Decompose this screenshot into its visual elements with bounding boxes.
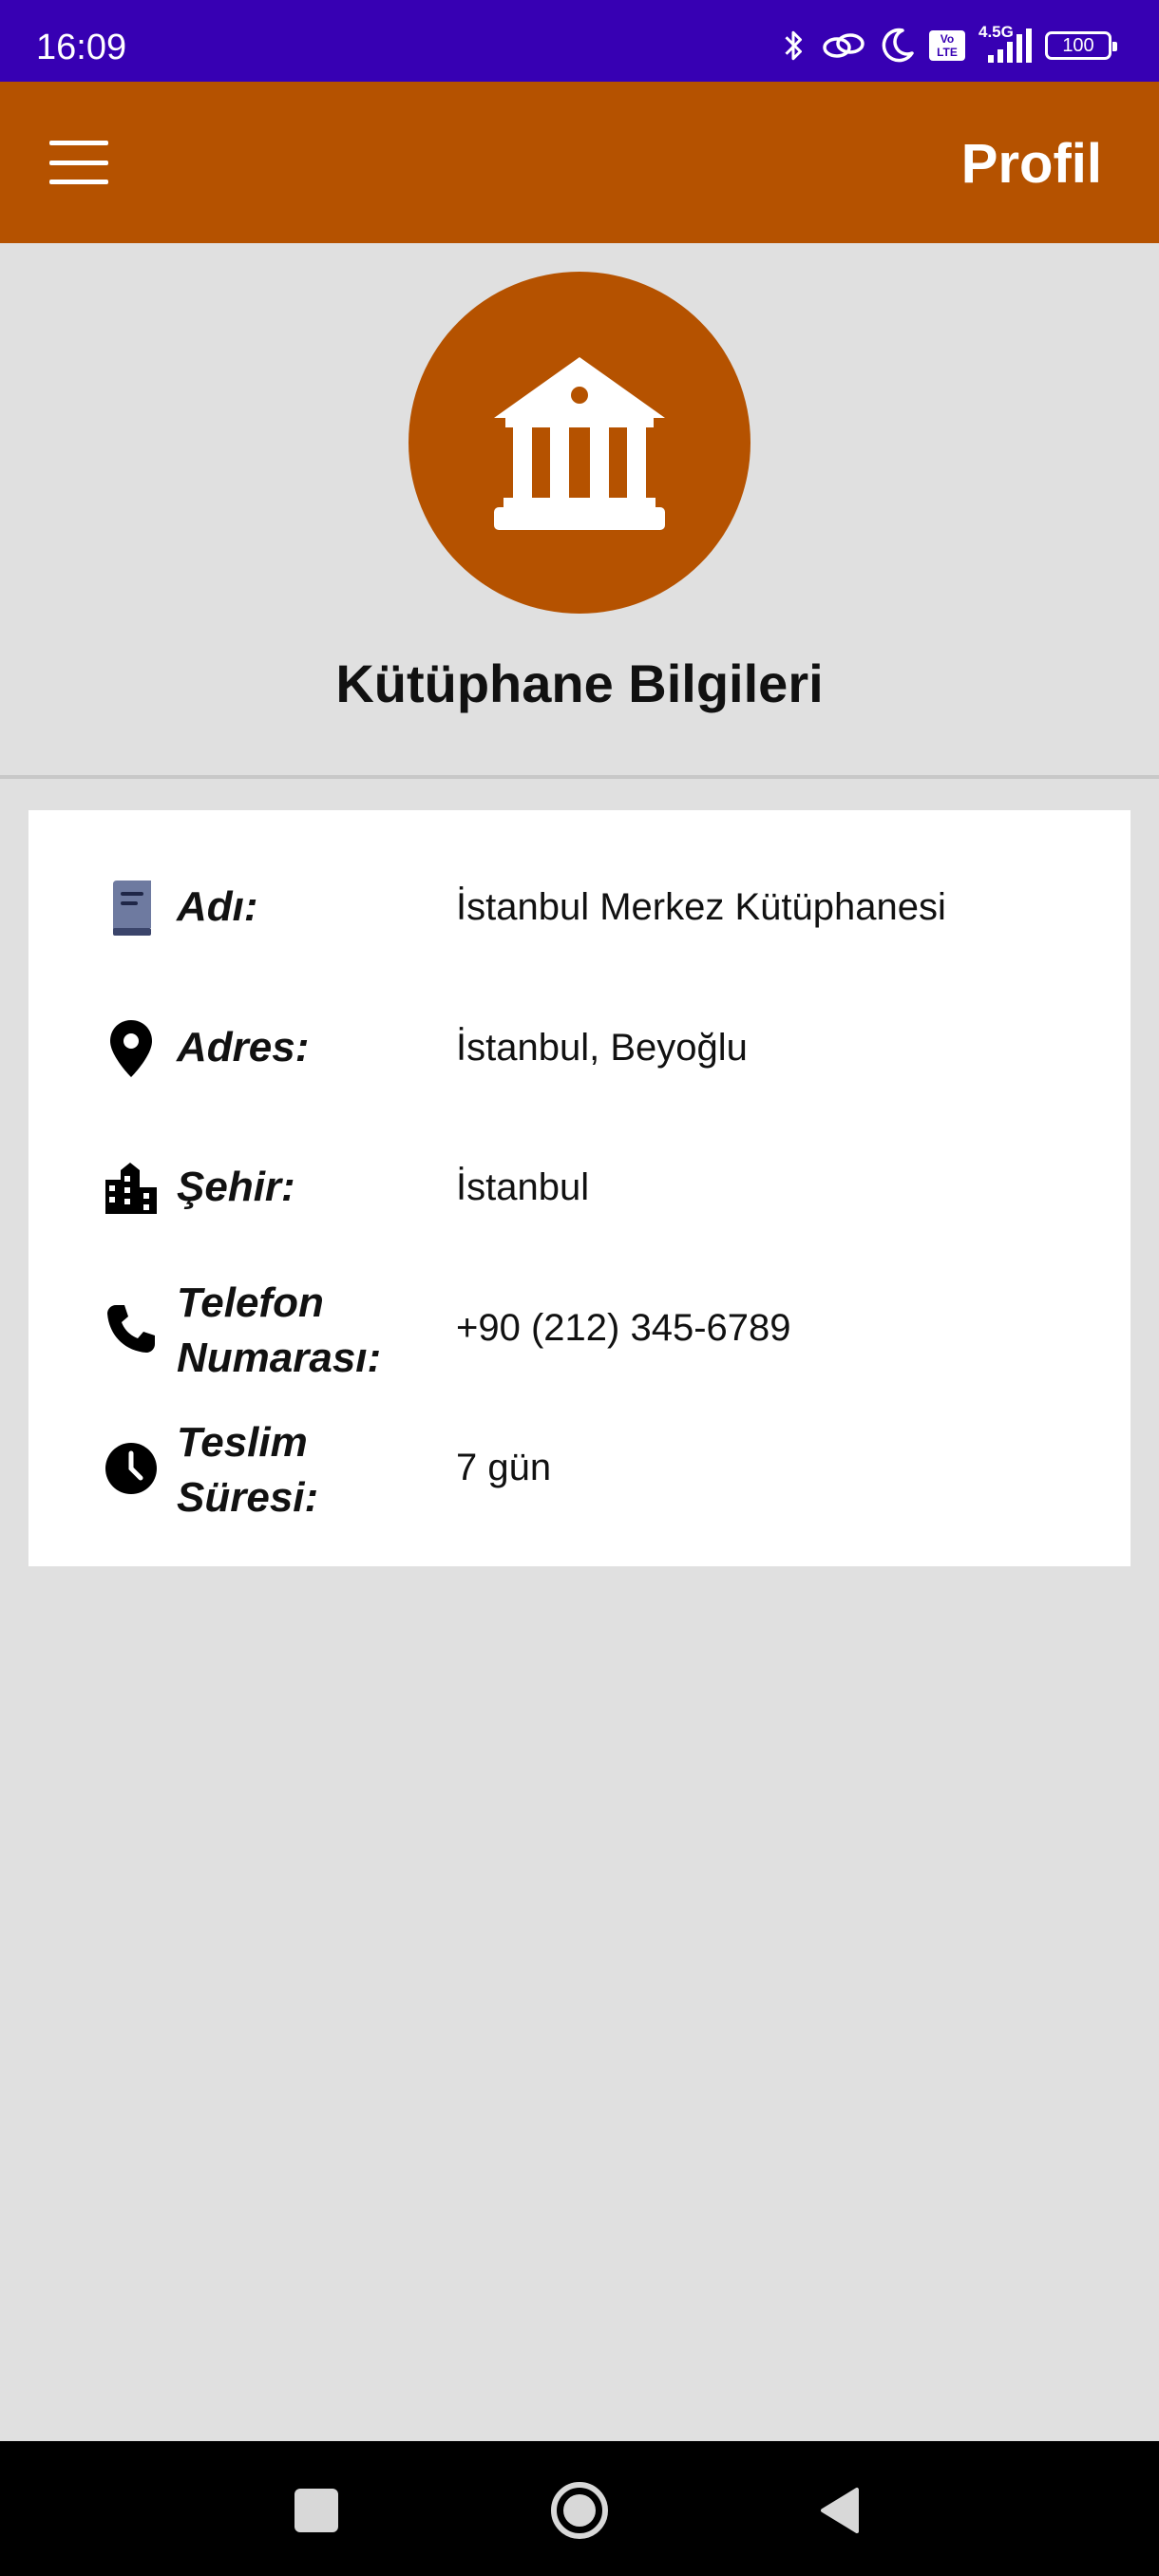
info-label-address: Adres: — [177, 1024, 310, 1070]
library-avatar — [408, 272, 750, 614]
battery-level: 100 — [1062, 34, 1094, 56]
book-icon — [103, 880, 160, 937]
home-circle-icon[interactable] — [551, 2482, 608, 2539]
menu-hamburger-icon[interactable] — [49, 141, 108, 184]
recent-apps-square-icon[interactable] — [294, 2489, 338, 2532]
screen: 16:09 Vo LTE 4.5G 100 Profil Kütüphane B… — [0, 0, 1159, 2576]
section-title: Kütüphane Bilgileri — [335, 653, 824, 713]
info-row-city: Şehir: İstanbul — [28, 1120, 1130, 1260]
info-label-city: Şehir: — [177, 1164, 295, 1210]
do-not-disturb-moon-icon — [882, 28, 914, 63]
info-label-phone-line2: Numarası: — [177, 1335, 382, 1381]
signal-group: 4.5G — [978, 23, 1032, 65]
app-bar-title: Profil — [960, 133, 1102, 195]
info-row-name: Adı: İstanbul Merkez Kütüphanesi — [28, 840, 1130, 980]
app-bar: Profil — [0, 82, 1159, 243]
city-building-icon — [103, 1160, 160, 1217]
battery-icon: 100 — [1045, 31, 1117, 60]
bluetooth-icon — [785, 30, 802, 61]
info-label-phone: Telefon Numarası: — [177, 1276, 462, 1386]
clock-icon — [103, 1440, 160, 1497]
info-label-loan-period-line1: Teslim — [177, 1419, 308, 1466]
info-label-phone-line1: Telefon — [177, 1279, 324, 1326]
library-info-card: Adı: İstanbul Merkez Kütüphanesi Adres: … — [28, 810, 1130, 1566]
location-pin-icon — [103, 1020, 160, 1077]
volte-icon: Vo LTE — [929, 30, 965, 61]
info-label-loan-period-line2: Süresi: — [177, 1474, 319, 1521]
info-row-loan-period: Teslim Süresi: 7 gün — [28, 1400, 1130, 1541]
divider — [0, 775, 1159, 779]
info-value-city: İstanbul — [456, 1166, 590, 1208]
info-value-loan-period: 7 gün — [456, 1447, 552, 1488]
info-label-loan-period: Teslim Süresi: — [177, 1415, 462, 1525]
system-nav-bar — [0, 2441, 1159, 2576]
link-icon — [823, 33, 864, 58]
info-row-phone: Telefon Numarası: +90 (212) 345-6789 — [28, 1260, 1130, 1401]
info-value-address: İstanbul, Beyoğlu — [456, 1027, 748, 1069]
status-time: 16:09 — [36, 28, 127, 67]
phone-icon — [103, 1300, 160, 1357]
info-label-name: Adı: — [177, 883, 258, 930]
status-icons: Vo LTE 4.5G 100 — [779, 23, 1117, 66]
back-triangle-icon[interactable] — [819, 2487, 861, 2534]
library-building-icon — [494, 357, 665, 530]
info-row-address: Adres: İstanbul, Beyoğlu — [28, 980, 1130, 1121]
info-value-name: İstanbul Merkez Kütüphanesi — [456, 886, 946, 928]
status-bar: 16:09 Vo LTE 4.5G 100 — [0, 0, 1159, 82]
info-value-phone[interactable]: +90 (212) 345-6789 — [456, 1300, 791, 1355]
signal-strength-icon — [988, 28, 1032, 63]
